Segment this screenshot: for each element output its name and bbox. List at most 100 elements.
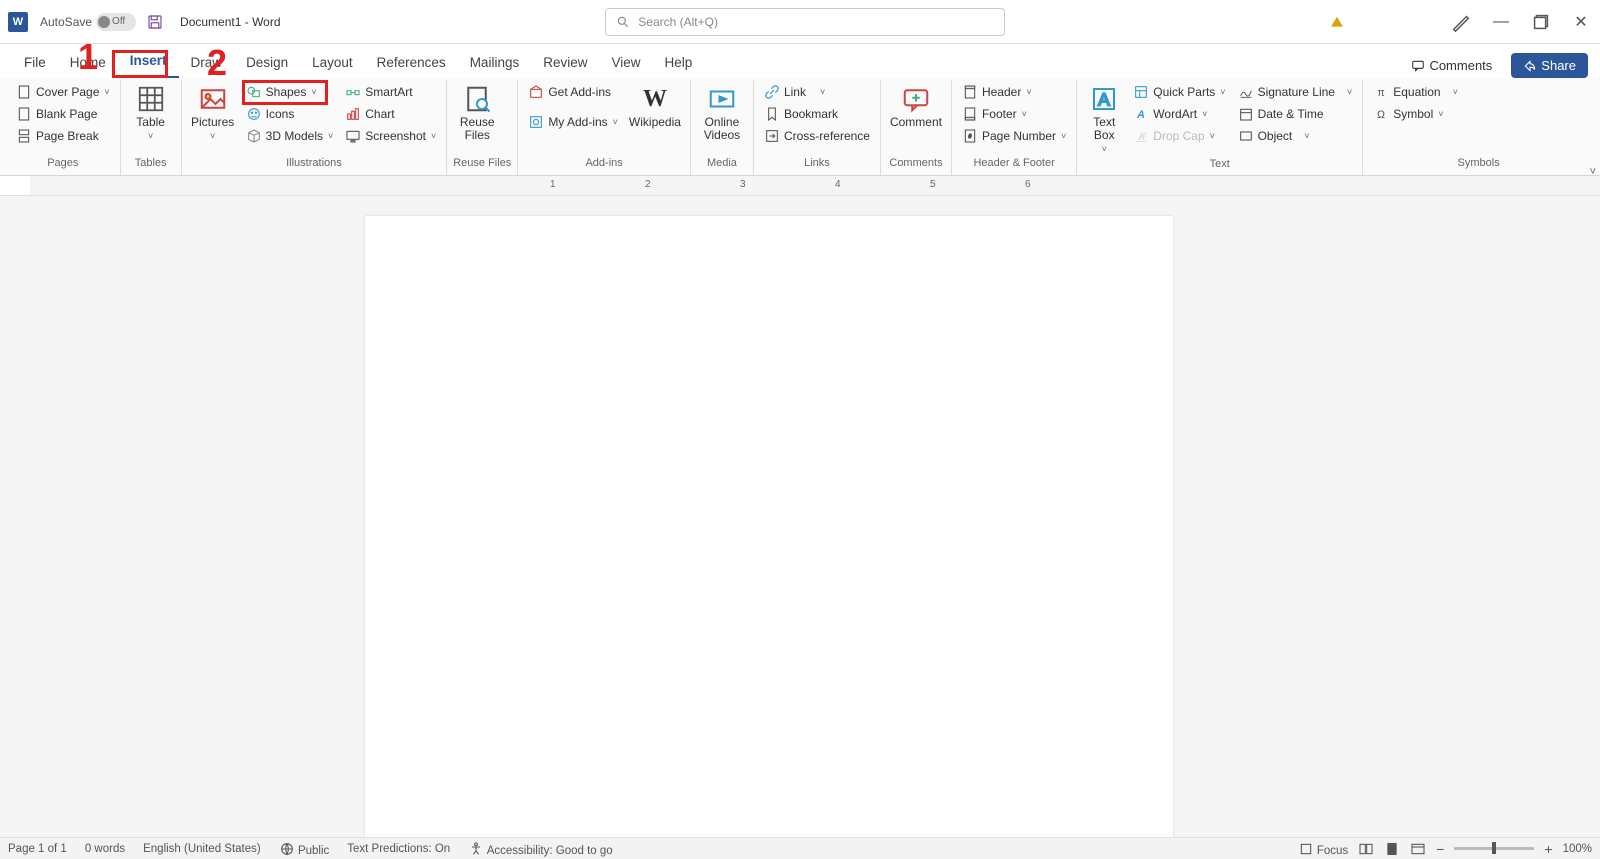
status-page[interactable]: Page 1 of 1 [8, 843, 67, 855]
pen-icon[interactable] [1450, 11, 1472, 33]
my-addins-button[interactable]: My Add-ins˅ [524, 112, 622, 132]
group-label-hf: Header & Footer [958, 155, 1070, 173]
equation-button[interactable]: πEquation˅ [1369, 82, 1462, 102]
shapes-button[interactable]: Shapes˅ [242, 82, 338, 102]
text-box-button[interactable]: A Text Box˅ [1083, 82, 1125, 156]
drop-cap-button[interactable]: ADrop Cap˅ [1129, 126, 1229, 146]
header-button[interactable]: Header˅ [958, 82, 1070, 102]
zoom-level[interactable]: 100% [1563, 843, 1592, 855]
comment-button[interactable]: Comment [887, 82, 945, 131]
document-page[interactable] [365, 216, 1173, 837]
wordart-icon: A [1133, 106, 1149, 122]
tab-file[interactable]: File [12, 49, 58, 78]
cover-page-button[interactable]: Cover Page˅ [12, 82, 114, 102]
blank-page-label: Blank Page [36, 107, 97, 121]
reuse-files-button[interactable]: Reuse Files [453, 82, 501, 144]
page-break-label: Page Break [36, 129, 99, 143]
group-label-media: Media [697, 155, 747, 173]
reuse-label: Reuse Files [460, 116, 495, 142]
cover-page-label: Cover Page [36, 85, 99, 99]
screenshot-button[interactable]: Screenshot˅ [341, 126, 440, 146]
cross-reference-button[interactable]: Cross-reference [760, 126, 874, 146]
ruler-num: 6 [1025, 179, 1031, 190]
status-language[interactable]: English (United States) [143, 843, 261, 855]
group-header-footer: Header˅ Footer˅ #Page Number˅ Header & F… [952, 80, 1077, 175]
window-controls: — ✕ [1330, 11, 1592, 33]
pictures-button[interactable]: Pictures˅ [188, 82, 238, 143]
smartart-label: SmartArt [365, 85, 412, 99]
footer-button[interactable]: Footer˅ [958, 104, 1070, 124]
svg-text:π: π [1378, 87, 1385, 99]
status-words[interactable]: 0 words [85, 843, 125, 855]
accessibility-icon [468, 841, 484, 857]
video-label: Online Videos [704, 116, 740, 142]
tab-help[interactable]: Help [653, 49, 705, 78]
table-icon [136, 84, 166, 114]
quick-parts-icon [1133, 84, 1149, 100]
symbol-button[interactable]: ΩSymbol˅ [1369, 104, 1462, 124]
group-media: Online Videos Media [691, 80, 754, 175]
ruler-num: 2 [645, 179, 651, 190]
search-placeholder: Search (Alt+Q) [638, 15, 718, 29]
table-button[interactable]: Table˅ [127, 82, 175, 143]
print-layout-button[interactable] [1384, 841, 1400, 857]
tab-mailings[interactable]: Mailings [458, 49, 532, 78]
blank-page-button[interactable]: Blank Page [12, 104, 114, 124]
zoom-in-button[interactable]: + [1544, 841, 1552, 857]
document-area [0, 196, 1600, 837]
search-input[interactable]: Search (Alt+Q) [605, 8, 1005, 36]
close-button[interactable]: ✕ [1570, 11, 1592, 33]
svg-text:A: A [1098, 89, 1110, 109]
comments-label: Comments [1429, 58, 1492, 73]
minimize-button[interactable]: — [1490, 11, 1512, 33]
comments-button[interactable]: Comments [1400, 53, 1503, 78]
tab-review[interactable]: Review [531, 49, 599, 78]
object-label: Object [1258, 129, 1293, 143]
bookmark-button[interactable]: Bookmark [760, 104, 874, 124]
zoom-slider[interactable] [1454, 847, 1534, 850]
tab-insert[interactable]: Insert [118, 47, 179, 78]
signature-line-button[interactable]: Signature Line˅ [1234, 82, 1357, 102]
read-mode-button[interactable] [1358, 841, 1374, 857]
object-button[interactable]: Object˅ [1234, 126, 1357, 146]
smartart-button[interactable]: SmartArt [341, 82, 440, 102]
tab-home[interactable]: Home [58, 49, 118, 78]
online-videos-button[interactable]: Online Videos [697, 82, 747, 144]
page-number-button[interactable]: #Page Number˅ [958, 126, 1070, 146]
get-addins-button[interactable]: Get Add-ins [524, 82, 622, 102]
link-button[interactable]: Link˅ [760, 82, 874, 102]
tab-draw[interactable]: Draw [179, 49, 235, 78]
status-predictions[interactable]: Text Predictions: On [347, 843, 450, 855]
restore-button[interactable] [1530, 11, 1552, 33]
tab-layout[interactable]: Layout [300, 49, 365, 78]
share-button[interactable]: Share [1511, 53, 1588, 78]
chart-button[interactable]: Chart [341, 104, 440, 124]
bookmark-label: Bookmark [784, 107, 838, 121]
3d-models-button[interactable]: 3D Models˅ [242, 126, 338, 146]
tab-design[interactable]: Design [234, 49, 300, 78]
icons-button[interactable]: Icons [242, 104, 338, 124]
svg-text:#: # [968, 134, 971, 140]
status-accessibility[interactable]: Accessibility: Good to go [468, 841, 612, 857]
save-icon[interactable] [146, 13, 164, 31]
date-time-button[interactable]: Date & Time [1234, 104, 1357, 124]
quick-parts-button[interactable]: Quick Parts˅ [1129, 82, 1229, 102]
group-label-links: Links [760, 155, 874, 173]
object-icon [1238, 128, 1254, 144]
wordart-button[interactable]: AWordArt˅ [1129, 104, 1229, 124]
table-label: Table [136, 116, 165, 129]
status-public[interactable]: Public [279, 841, 330, 857]
tab-references[interactable]: References [365, 49, 458, 78]
horizontal-ruler[interactable]: 1 2 3 4 5 6 [30, 176, 1600, 196]
wikipedia-button[interactable]: W Wikipedia [626, 82, 684, 131]
zoom-out-button[interactable]: − [1436, 841, 1444, 857]
focus-mode-button[interactable]: Focus [1298, 841, 1349, 857]
warning-icon[interactable] [1330, 15, 1344, 29]
page-break-button[interactable]: Page Break [12, 126, 114, 146]
signature-label: Signature Line [1258, 85, 1335, 99]
tab-view[interactable]: View [599, 49, 652, 78]
vertical-ruler[interactable] [0, 196, 30, 837]
web-layout-button[interactable] [1410, 841, 1426, 857]
group-tables: Table˅ Tables [121, 80, 182, 175]
autosave-toggle[interactable]: Off [96, 13, 136, 31]
